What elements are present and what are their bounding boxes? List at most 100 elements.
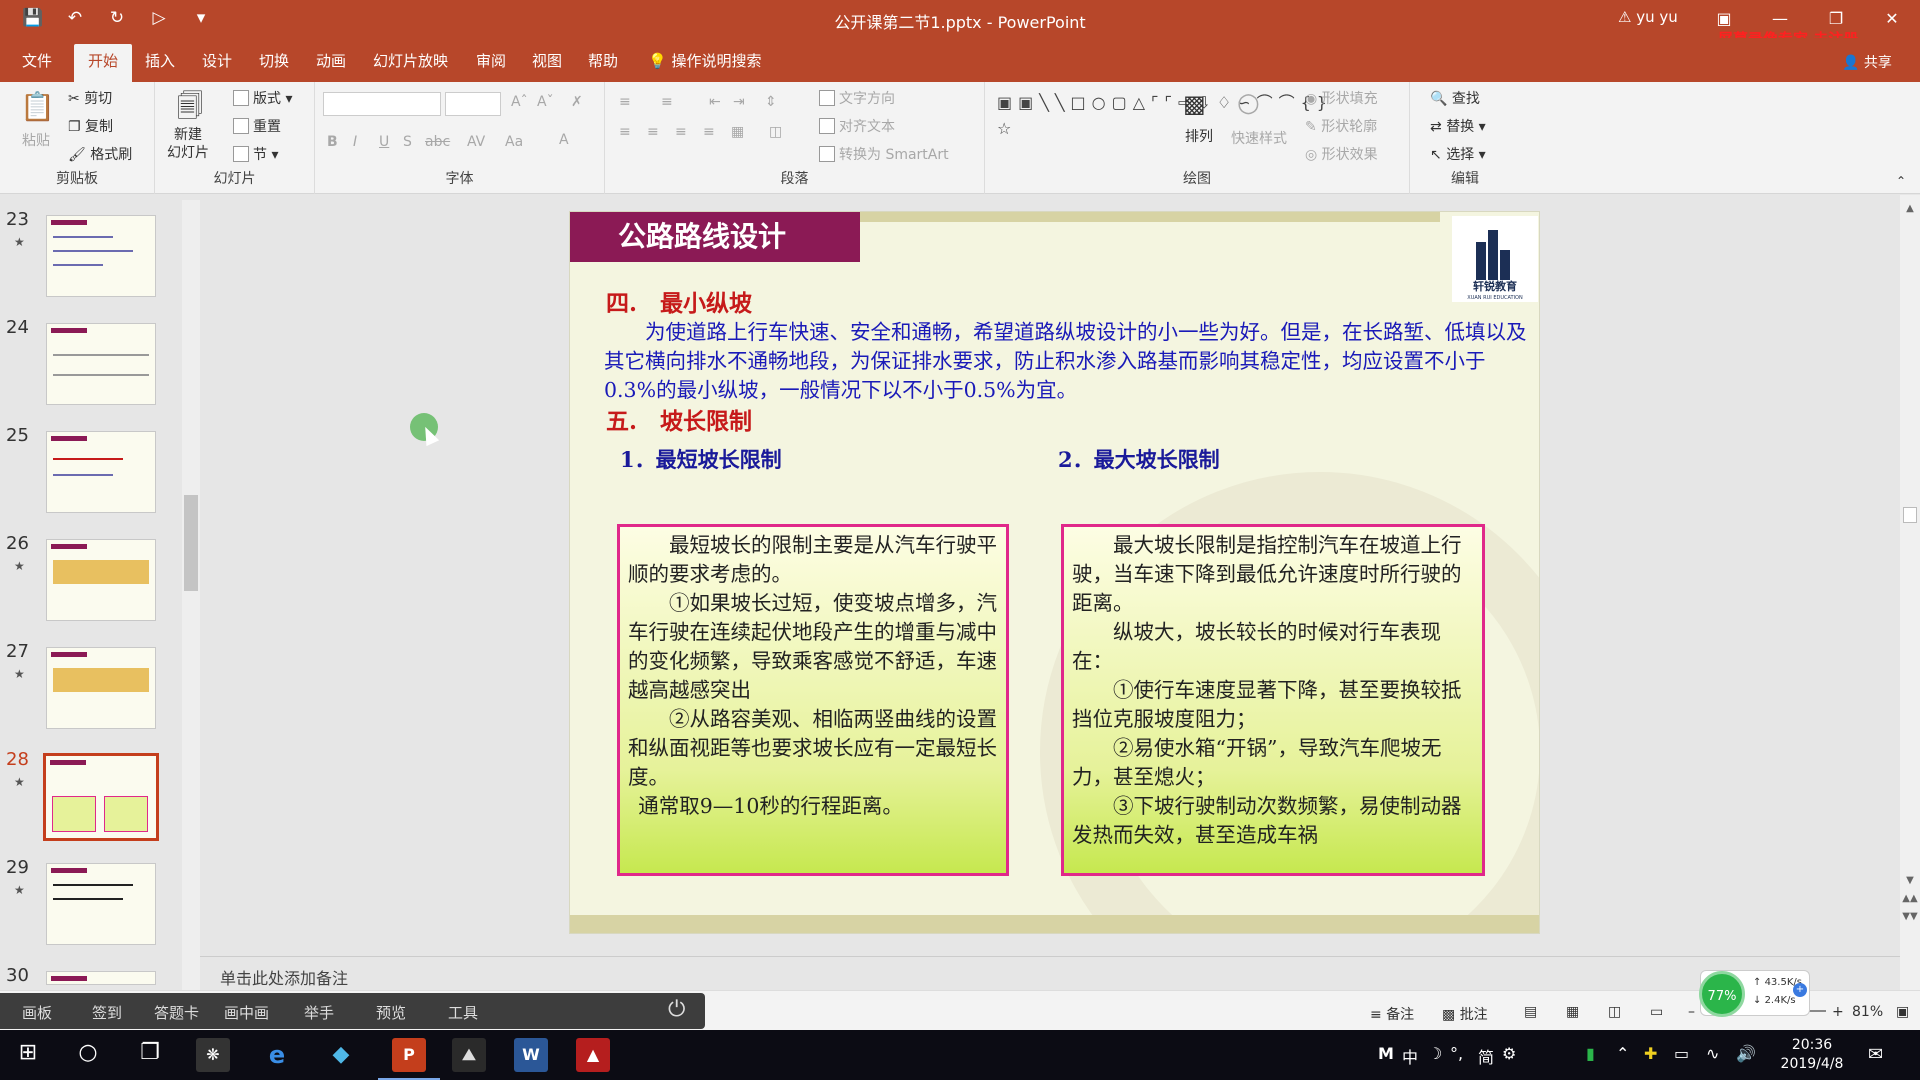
previous-slide-icon[interactable]: ▲▲ <box>1900 893 1920 904</box>
layout-button[interactable]: 版式 ▾ <box>233 88 292 108</box>
app-icon-diamond[interactable]: ◆ <box>324 1038 358 1072</box>
editor-scroll-thumb[interactable] <box>1903 507 1917 523</box>
close-button[interactable]: ✕ <box>1864 0 1920 38</box>
grow-font-icon[interactable]: Aˆ <box>511 94 528 110</box>
wifi-icon[interactable]: ∿ <box>1706 1044 1719 1063</box>
subheading-min-length[interactable]: 1．最短坡长限制 <box>620 444 782 474</box>
tab-review[interactable]: 审阅 <box>476 50 506 71</box>
reading-view-icon[interactable]: ◫ <box>1608 1004 1621 1020</box>
clear-format-icon[interactable]: ✗ <box>571 94 583 110</box>
shape-effects-button[interactable]: ◎ 形状效果 <box>1305 144 1378 164</box>
moon-icon[interactable]: ☽ <box>1428 1044 1442 1063</box>
windows-start-icon[interactable]: ⊞ <box>8 1040 48 1065</box>
slide-title[interactable]: 公路路线设计 <box>570 212 860 262</box>
app-icon-pinwheel[interactable]: ❋ <box>196 1038 230 1072</box>
slide-sorter-icon[interactable]: ▦ <box>1566 1004 1579 1020</box>
slide-thumbnail-28[interactable] <box>43 753 159 841</box>
slideshow-view-icon[interactable]: ▭ <box>1650 1004 1663 1020</box>
align-right-icon[interactable]: ≡ <box>675 124 687 140</box>
tab-design[interactable]: 设计 <box>202 50 232 71</box>
shape-fill-button[interactable]: ◉ 形状填充 <box>1305 88 1378 108</box>
toolbar-drawing-board[interactable]: 画板 <box>22 1002 52 1023</box>
tab-animations[interactable]: 动画 <box>316 50 346 71</box>
section-button[interactable]: 节 ▾ <box>233 144 278 164</box>
normal-view-icon[interactable]: ▤ <box>1524 1004 1537 1020</box>
user-account[interactable]: ⚠ yu yu <box>1618 8 1678 26</box>
paste-button[interactable]: 粘贴 <box>22 130 50 150</box>
toolbar-answer-card[interactable]: 答题卡 <box>154 1002 199 1023</box>
zoom-in-icon[interactable]: + <box>1832 1004 1844 1020</box>
shrink-font-icon[interactable]: Aˇ <box>537 94 554 110</box>
font-name-select[interactable] <box>323 92 441 116</box>
shapes-gallery[interactable]: ▣▣╲╲□○▢△⌜⌜⇨⇩♢∽⌒⌒{}☆ <box>997 90 1327 142</box>
paste-icon[interactable]: 📋 <box>20 90 55 123</box>
arrange-button[interactable]: 排列 <box>1185 126 1213 146</box>
columns-icon[interactable]: ◫ <box>769 124 782 140</box>
copy-button[interactable]: ❐ 复制 <box>68 116 113 136</box>
thumbnail-scrollbar[interactable] <box>182 200 200 990</box>
tell-me-search[interactable]: 💡 操作说明搜索 <box>648 50 761 71</box>
tab-slideshow[interactable]: 幻灯片放映 <box>373 50 448 71</box>
find-button[interactable]: 🔍 查找 <box>1430 88 1480 108</box>
section-heading-5[interactable]: 五. 坡长限制 <box>606 402 752 436</box>
powerpoint-icon[interactable]: P <box>392 1038 426 1072</box>
toolbar-picture-in-picture[interactable]: 画中画 <box>224 1002 269 1023</box>
align-center-icon[interactable]: ≡ <box>647 124 659 140</box>
redo-icon[interactable]: ↻ <box>106 8 128 28</box>
tab-transitions[interactable]: 切换 <box>259 50 289 71</box>
line-spacing-icon[interactable]: ⇕ <box>765 94 777 110</box>
comments-button[interactable]: ▩ 批注 <box>1442 1004 1488 1024</box>
quick-styles-icon[interactable]: ○ <box>1237 88 1260 118</box>
zoom-out-icon[interactable]: – <box>1688 1004 1695 1020</box>
tab-help[interactable]: 帮助 <box>588 50 618 71</box>
toolbar-preview[interactable]: 预览 <box>376 1002 406 1023</box>
slide-thumbnail-27[interactable] <box>46 647 156 729</box>
min-length-text-box[interactable]: 最短坡长的限制主要是从汽车行驶平顺的要求考虑的。 ①如果坡长过短，使变坡点增多，… <box>617 524 1009 876</box>
customize-qat-icon[interactable]: ▾ <box>190 8 212 28</box>
slide-thumbnail-25[interactable] <box>46 431 156 513</box>
align-left-icon[interactable]: ≡ <box>619 124 631 140</box>
section-heading-4[interactable]: 四. 最小纵坡 <box>606 284 752 318</box>
slide-thumbnail-23[interactable] <box>46 215 156 297</box>
search-circle-icon[interactable]: ○ <box>68 1040 108 1065</box>
new-slide-button[interactable]: 新建 幻灯片 <box>167 126 209 162</box>
slide-thumbnail-26[interactable] <box>46 539 156 621</box>
slide-thumbnail-29[interactable] <box>46 863 156 945</box>
notes-toggle-button[interactable]: ≡ 备注 <box>1370 1004 1414 1024</box>
undo-icon[interactable]: ↶ <box>64 8 86 28</box>
bullets-icon[interactable]: ≡ <box>619 94 631 110</box>
slide-thumbnail-30[interactable] <box>46 971 156 985</box>
select-button[interactable]: ↖ 选择 ▾ <box>1430 144 1486 164</box>
network-monitor-widget[interactable]: 77% ↑ 43.5K/s ↓ 2.4K/s + <box>1699 970 1810 1017</box>
max-length-text-box[interactable]: 最大坡长限制是指控制汽车在坡道上行驶，当车速下降到最低允许速度时所行驶的距离。 … <box>1061 524 1485 876</box>
acrobat-icon[interactable]: ▲ <box>576 1038 610 1072</box>
thumbnail-scroll-thumb[interactable] <box>184 495 198 591</box>
photos-icon[interactable]: ⛰ <box>452 1038 486 1072</box>
cut-button[interactable]: ✂ 剪切 <box>68 88 112 108</box>
tab-insert[interactable]: 插入 <box>145 50 175 71</box>
bold-icon[interactable]: B <box>327 134 338 150</box>
tab-home[interactable]: 开始 <box>74 44 133 83</box>
security-tray-icon[interactable]: ✚ <box>1644 1044 1657 1063</box>
notes-pane[interactable]: 单击此处添加备注 <box>200 956 1900 990</box>
save-icon[interactable]: 💾 <box>22 8 44 28</box>
fit-to-window-icon[interactable]: ▣ <box>1896 1004 1909 1020</box>
ime-settings-icon[interactable]: ⚙ <box>1502 1044 1516 1063</box>
notification-center-icon[interactable]: ✉ <box>1868 1044 1883 1065</box>
next-slide-icon[interactable]: ▼▼ <box>1900 911 1920 922</box>
toolbar-check-in[interactable]: 签到 <box>92 1002 122 1023</box>
shape-outline-button[interactable]: ✎ 形状轮廓 <box>1305 116 1377 136</box>
slide-canvas[interactable]: 公路路线设计 轩锐教育 XUAN RUI EDUCATION 四. 最小纵坡 为… <box>569 211 1540 934</box>
task-view-icon[interactable]: ❐ <box>130 1040 170 1065</box>
smartart-button[interactable]: 转换为 SmartArt <box>819 144 949 164</box>
font-color-icon[interactable]: A <box>559 132 569 148</box>
tab-file[interactable]: 文件 <box>22 50 52 71</box>
char-spacing-icon[interactable]: AV <box>467 134 485 150</box>
toolbar-raise-hand[interactable]: 举手 <box>304 1002 334 1023</box>
format-painter-button[interactable]: 🖌 格式刷 <box>68 144 132 164</box>
subheading-max-length[interactable]: 2．最大坡长限制 <box>1058 444 1220 474</box>
battery-icon[interactable]: ▭ <box>1674 1044 1689 1063</box>
scroll-up-icon[interactable]: ▲ <box>1900 203 1920 214</box>
justify-icon[interactable]: ≡ <box>703 124 715 140</box>
change-case-icon[interactable]: Aa <box>505 134 523 150</box>
